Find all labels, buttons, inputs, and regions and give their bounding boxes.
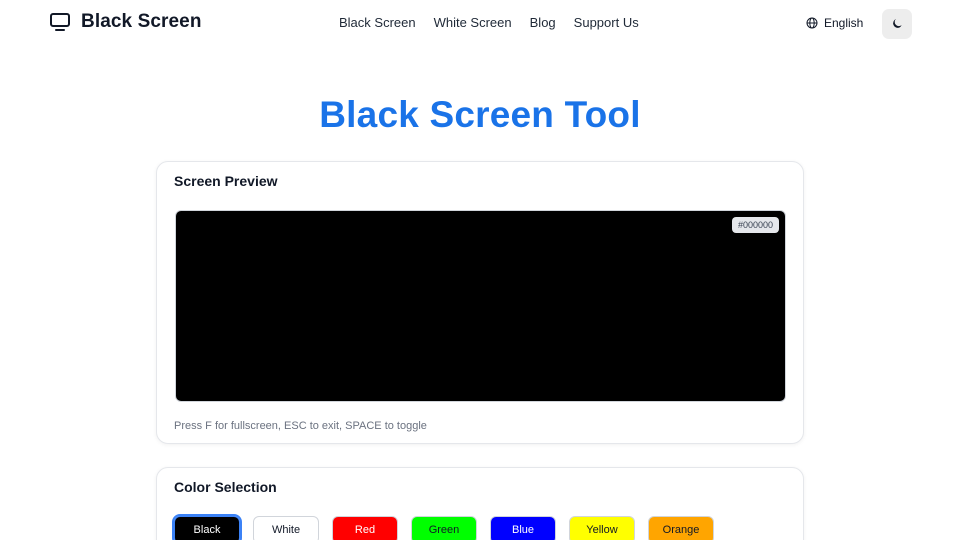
swatch-black[interactable]: Black — [172, 514, 242, 540]
language-selector[interactable]: English — [806, 16, 863, 30]
language-label: English — [824, 16, 864, 30]
color-selection-card: Color Selection Black White Red Green Bl… — [156, 467, 804, 540]
swatch-orange[interactable]: Orange — [648, 516, 714, 540]
color-selection-title: Color Selection — [174, 479, 277, 495]
swatch-white[interactable]: White — [253, 516, 319, 540]
swatch-green[interactable]: Green — [411, 516, 477, 540]
nav-blog[interactable]: Blog — [530, 15, 556, 30]
screen-preview-title: Screen Preview — [174, 173, 278, 189]
nav-support-us[interactable]: Support Us — [574, 15, 639, 30]
monitor-icon — [50, 13, 70, 31]
swatch-red[interactable]: Red — [332, 516, 398, 540]
site-header: Black Screen Black Screen White Screen B… — [0, 0, 960, 46]
color-swatches: Black White Red Green Blue Yellow Orange — [172, 514, 714, 540]
nav-black-screen[interactable]: Black Screen — [339, 15, 416, 30]
swatch-blue[interactable]: Blue — [490, 516, 556, 540]
main-nav: Black Screen White Screen Blog Support U… — [339, 15, 639, 30]
swatch-yellow[interactable]: Yellow — [569, 516, 635, 540]
nav-white-screen[interactable]: White Screen — [434, 15, 512, 30]
brand-title: Black Screen — [81, 11, 202, 32]
keyboard-hint: Press F for fullscreen, ESC to exit, SPA… — [174, 420, 427, 432]
moon-icon — [893, 19, 902, 28]
brand-link[interactable]: Black Screen — [50, 11, 202, 33]
screen-preview[interactable]: #000000 — [175, 210, 786, 402]
globe-icon — [806, 17, 818, 29]
screen-preview-card: Screen Preview #000000 Press F for fulls… — [156, 161, 804, 444]
theme-toggle-button[interactable] — [882, 9, 912, 39]
page-title: Black Screen Tool — [319, 94, 641, 135]
hex-color-badge: #000000 — [731, 217, 779, 233]
